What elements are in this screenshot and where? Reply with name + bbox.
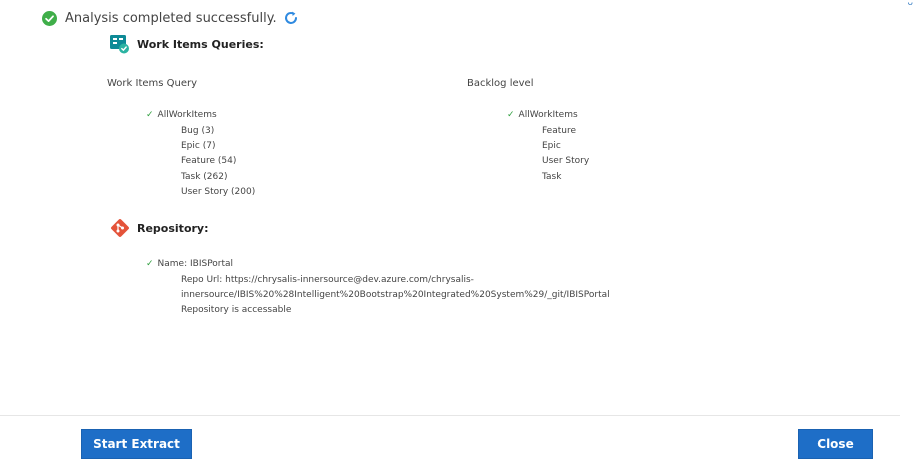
list-item: Epic (7) <box>181 141 216 152</box>
check-icon: ✓ <box>507 110 515 120</box>
analysis-status: Analysis completed successfully. <box>42 10 299 26</box>
backlog-tree-root[interactable]: ✓ AllWorkItems <box>507 110 578 120</box>
list-item: Task <box>542 171 562 182</box>
repository-name: Name: IBISPortal <box>157 259 234 269</box>
repository-tree-root[interactable]: ✓ Name: IBISPortal <box>146 259 233 269</box>
list-item: Feature <box>542 126 577 136</box>
check-icon: ✓ <box>146 110 154 120</box>
repo-access-status: Repository is accessable <box>181 305 292 316</box>
boards-icon <box>110 35 130 54</box>
work-items-section-header: Work Items Queries: <box>110 35 264 54</box>
check-icon: ✓ <box>146 259 154 269</box>
list-item: User Story (200) <box>181 186 256 197</box>
list-item: Feature (54) <box>181 156 237 167</box>
repository-section-header: Repository: <box>110 218 209 238</box>
list-item: Epic <box>542 141 561 152</box>
query-tree-root[interactable]: ✓ AllWorkItems <box>146 110 217 120</box>
list-item: Bug (3) <box>181 126 215 136</box>
backlog-children-list: Feature Epic User Story Task <box>542 124 589 185</box>
status-message: Analysis completed successfully. <box>65 10 277 26</box>
work-items-title: Work Items Queries: <box>137 38 264 51</box>
git-icon <box>110 218 130 238</box>
refresh-icon[interactable] <box>283 10 299 26</box>
query-children-list: Bug (3) Epic (7) Feature (54) Task (262)… <box>181 124 255 200</box>
repository-title: Repository: <box>137 221 209 235</box>
repo-url-line-continued: innersource/IBIS%20%28Intelligent%20Boot… <box>181 290 610 301</box>
close-button[interactable]: Close <box>798 429 873 459</box>
list-item: User Story <box>542 156 590 167</box>
repository-details: Repo Url: https://chrysalis-innersource@… <box>181 273 610 319</box>
backlog-root-label: AllWorkItems <box>518 110 578 120</box>
list-item: Task (262) <box>181 171 228 182</box>
check-circle-icon <box>42 10 57 26</box>
repo-url-line: Repo Url: https://chrysalis-innersource@… <box>181 275 474 285</box>
query-root-label: AllWorkItems <box>157 110 217 120</box>
backlog-level-header: Backlog level <box>467 78 534 89</box>
start-extract-button[interactable]: Start Extract <box>81 429 192 459</box>
corner-glyph: ᴗ <box>907 0 913 8</box>
work-items-query-header: Work Items Query <box>107 78 198 89</box>
footer-divider <box>0 415 900 416</box>
